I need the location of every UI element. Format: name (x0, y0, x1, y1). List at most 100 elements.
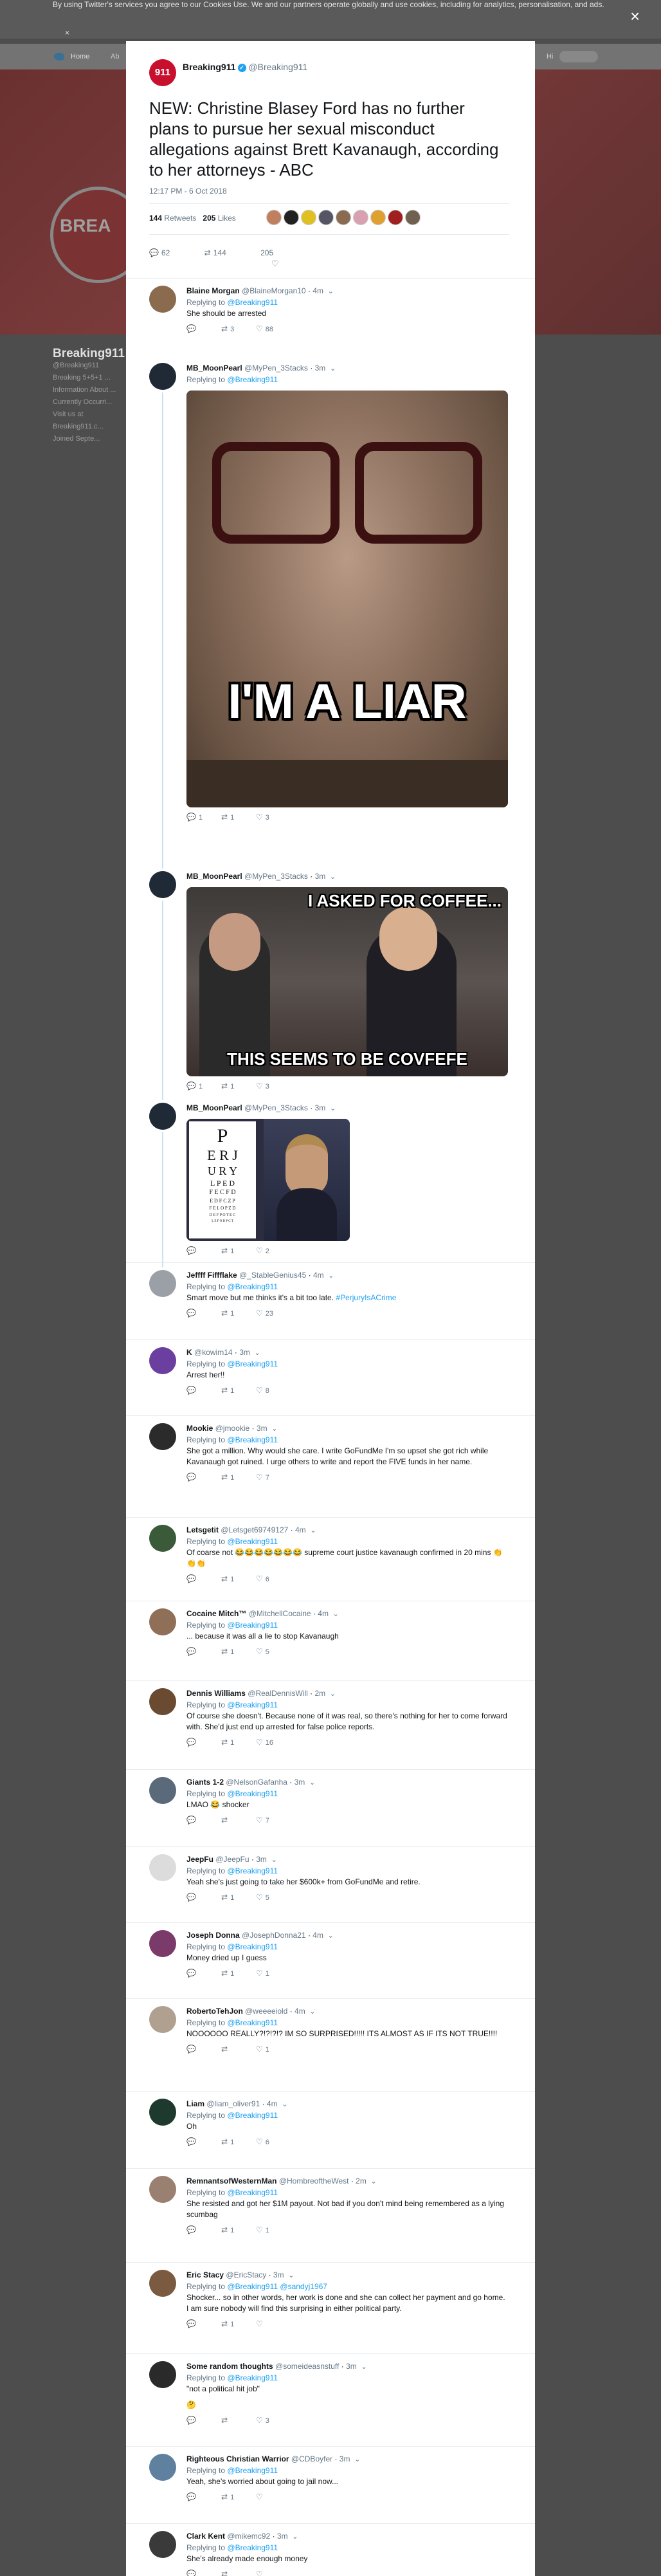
reply-button[interactable]: 💬 1 (186, 813, 221, 822)
like-button[interactable]: ♡ 3 (256, 1081, 291, 1090)
replying-to-link[interactable]: @Breaking911 (227, 1942, 278, 1951)
reply-button[interactable]: 💬 (186, 1647, 221, 1656)
heart-icon[interactable]: ♡ (271, 259, 279, 269)
reply-author-handle[interactable]: @BlaineMorgan10 (242, 286, 306, 295)
chevron-down-icon[interactable]: ⌄ (330, 365, 336, 373)
like-button[interactable]: ♡ (256, 2492, 291, 2501)
retweet-button[interactable]: ⇄ 1 (221, 1969, 256, 1978)
reply-time[interactable]: 4m (294, 2007, 305, 2016)
reply-time[interactable]: 3m (315, 363, 326, 373)
avatar[interactable]: 911 (149, 59, 176, 86)
reply-author-handle[interactable]: @_StableGenius45 (239, 1271, 306, 1280)
reply-author-handle[interactable]: @HombreoftheWest (279, 2176, 349, 2185)
chevron-down-icon[interactable]: ⌄ (371, 2178, 377, 2185)
tweet-author[interactable]: Breaking911 ✓ @Breaking911 (183, 62, 307, 72)
like-button[interactable]: ♡ 8 (256, 1386, 291, 1395)
liker-avatar[interactable] (284, 210, 299, 225)
reply-button[interactable]: 💬 (186, 2045, 221, 2054)
reply-author-name[interactable]: Giants 1-2 (186, 1778, 224, 1787)
reply-author-handle[interactable]: @RealDennisWill (248, 1689, 308, 1698)
twitter-bird-icon[interactable] (54, 53, 64, 60)
like-button[interactable]: ♡ 6 (256, 1574, 291, 1583)
avatar[interactable] (149, 1930, 176, 1957)
replying-to-link[interactable]: @Breaking911 @sandyj1967 (227, 2282, 327, 2291)
reply-author-handle[interactable]: @MyPen_3Stacks (244, 872, 308, 881)
retweet-button[interactable]: ⇄ 1 (221, 2319, 256, 2328)
reply-button[interactable]: 💬 (186, 1738, 221, 1747)
reply-time[interactable]: 3m (294, 1778, 305, 1787)
avatar[interactable] (149, 871, 176, 898)
retweet-button[interactable]: ⇄ 1 (221, 1309, 256, 1318)
retweet-button[interactable]: ⇄ (221, 2570, 256, 2576)
liker-avatar[interactable] (301, 210, 316, 225)
reply-time[interactable]: 3m (315, 1103, 326, 1112)
avatar[interactable] (149, 1103, 176, 1130)
chevron-down-icon[interactable]: ⌄ (309, 2008, 315, 2016)
avatar[interactable] (149, 2176, 176, 2203)
avatar[interactable] (149, 1525, 176, 1552)
replying-to-link[interactable]: @Breaking911 (227, 1866, 278, 1875)
chevron-down-icon[interactable]: ⌄ (288, 2272, 294, 2279)
reply-author-name[interactable]: K (186, 1348, 192, 1357)
liker-avatar[interactable] (266, 210, 282, 225)
reply-author-name[interactable]: Righteous Christian Warrior (186, 2454, 289, 2463)
chevron-down-icon[interactable]: ⌄ (282, 2101, 287, 2108)
avatar[interactable] (149, 2531, 176, 2558)
reply-button[interactable]: 💬 (186, 2492, 221, 2501)
chevron-down-icon[interactable]: ⌄ (361, 2363, 367, 2371)
like-button[interactable]: ♡ (256, 2570, 291, 2576)
like-total[interactable]: 205 (203, 214, 215, 223)
like-button[interactable]: ♡ 7 (256, 1473, 291, 1482)
reply-author-name[interactable]: Cocaine Mitch™ (186, 1609, 246, 1618)
reply-time[interactable]: 3m (273, 2270, 284, 2279)
retweet-button[interactable]: ⇄ 1 (221, 1246, 256, 1255)
reply-author-name[interactable]: Joseph Donna (186, 1931, 240, 1940)
nav-home[interactable]: Home (71, 53, 89, 60)
liker-avatar[interactable] (405, 210, 421, 225)
reply-button[interactable]: 💬 (186, 1309, 221, 1318)
reply-author-handle[interactable]: @mikemc92 (227, 2532, 270, 2541)
reply-button[interactable]: 💬 (186, 2137, 221, 2146)
retweet-button[interactable]: ⇄ 1 (221, 2225, 256, 2234)
retweet-button[interactable]: ⇄ (221, 2416, 256, 2425)
reply-author-handle[interactable]: @MyPen_3Stacks (244, 1103, 308, 1112)
reply-author-name[interactable]: Jeffff Fiffflake (186, 1271, 237, 1280)
reply-time[interactable]: 4m (312, 1931, 323, 1940)
chevron-down-icon[interactable]: ⌄ (309, 1779, 315, 1787)
retweet-button[interactable]: ⇄ 1 (221, 813, 256, 822)
reply-button[interactable]: 💬 (186, 2225, 221, 2234)
reply-author-name[interactable]: RemnantsofWesternMan (186, 2176, 276, 2185)
reply-time[interactable]: 3m (315, 872, 326, 881)
like-button[interactable]: ♡ 16 (256, 1738, 291, 1747)
replying-to-link[interactable]: @Breaking911 (227, 2466, 278, 2475)
chevron-down-icon[interactable]: ⌄ (271, 1425, 277, 1433)
reply-time[interactable]: 4m (313, 1271, 324, 1280)
avatar[interactable] (149, 1423, 176, 1450)
liker-avatar[interactable] (388, 210, 403, 225)
avatar[interactable] (149, 1854, 176, 1881)
author-handle[interactable]: @Breaking911 (248, 62, 307, 72)
reply-author-name[interactable]: RobertoTehJon (186, 2007, 243, 2016)
reply-author-name[interactable]: JeepFu (186, 1855, 213, 1864)
retweet-button[interactable]: ⇄ (221, 2045, 256, 2054)
author-name[interactable]: Breaking911 (183, 62, 236, 72)
avatar[interactable] (149, 2099, 176, 2126)
reply-time[interactable]: 2m (314, 1689, 325, 1698)
avatar[interactable] (149, 286, 176, 313)
reply-time[interactable]: 3m (277, 2532, 288, 2541)
like-button[interactable]: 205 (260, 248, 273, 257)
reply-author-handle[interactable]: @jmookie (215, 1424, 250, 1433)
avatar[interactable] (149, 1608, 176, 1635)
reply-author-handle[interactable]: @NelsonGafanha (226, 1778, 287, 1787)
reply-time[interactable]: 3m (239, 1348, 250, 1357)
chevron-down-icon[interactable]: ⌄ (330, 1105, 336, 1112)
reply-button[interactable]: 💬 (186, 2319, 221, 2328)
avatar[interactable] (149, 2270, 176, 2297)
reply-time[interactable]: 3m (257, 1424, 267, 1433)
avatar[interactable] (149, 1688, 176, 1715)
reply-button[interactable]: 💬 (186, 1816, 221, 1825)
reply-author-name[interactable]: MB_MoonPearl (186, 363, 242, 373)
reply-time[interactable]: 4m (318, 1609, 329, 1618)
chevron-down-icon[interactable]: ⌄ (330, 1690, 336, 1698)
replying-to-link[interactable]: @Breaking911 (227, 2373, 278, 2382)
